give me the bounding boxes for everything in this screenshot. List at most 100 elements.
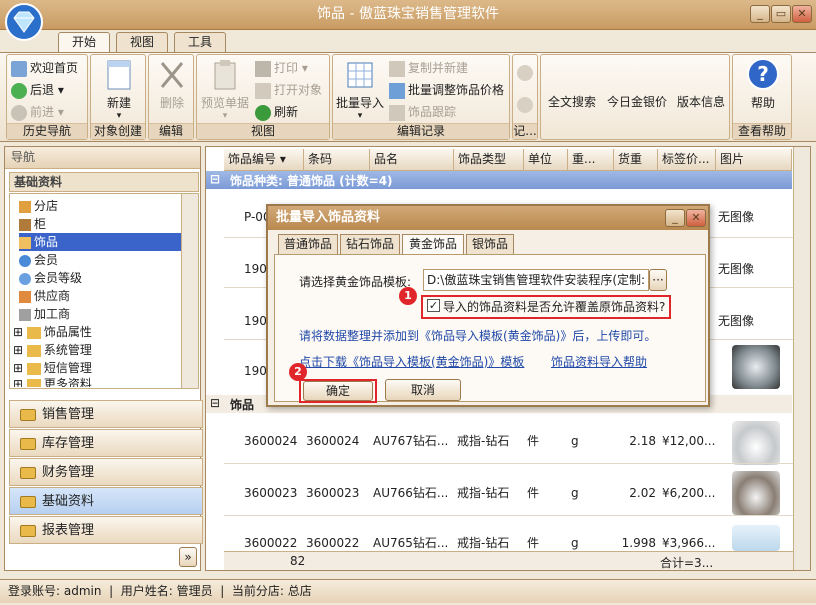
cell-code[interactable]: 3600023 [244,483,297,503]
cell-code[interactable]: 190 [244,259,267,279]
cancel-button[interactable]: 取消 [385,379,461,401]
batch-adjust-price-button[interactable]: 批量调整饰品价格 [389,80,504,100]
dialog-minimize-button[interactable]: _ [665,209,685,227]
forward-button[interactable]: 前进 ▾ [11,102,64,122]
cell-type[interactable]: 戒指-钻石 [457,533,509,553]
tab-view[interactable]: 视图 [116,32,168,52]
cell-barcode[interactable]: 3600024 [306,431,359,451]
col-header-code[interactable]: 饰品编号 ▾ [224,149,304,171]
cell-type[interactable]: 戒指-钻石 [457,483,509,503]
download-template-link[interactable]: 点击下载《饰品导入模板(黄金饰品)》模板 [299,353,524,370]
help-button[interactable]: ? 帮助 [735,57,791,111]
module-sales[interactable]: 销售管理 [9,400,203,428]
collapse-toggle[interactable]: ⊟ [210,172,220,186]
group-row-1[interactable]: ⊟ 饰品种类: 普通饰品 (计数=4) [206,171,792,189]
module-finance[interactable]: 财务管理 [9,458,203,486]
ok-button[interactable]: 确定 [303,381,373,401]
browse-button[interactable]: ··· [649,269,667,291]
cell-unit[interactable]: 件 [527,533,539,553]
tree-item-supplier[interactable]: 供应商 [19,287,70,305]
dialog-tab-diamond[interactable]: 钻石饰品 [340,234,400,254]
cell-net-weight[interactable]: 2.02 [614,483,656,503]
module-reports[interactable]: 报表管理 [9,516,203,544]
new-button[interactable]: 新建 ▾ [95,59,143,121]
cell-code[interactable]: 190 [244,311,267,331]
minimize-button[interactable]: _ [750,5,770,23]
open-object-button[interactable]: 打开对象 [255,80,322,100]
tree-item-processor[interactable]: 加工商 [19,305,70,323]
grid-scrollbar[interactable] [793,147,810,570]
dialog-tab-silver[interactable]: 银饰品 [466,234,514,254]
batch-import-button[interactable]: 批量导入 ▾ [335,59,385,121]
restore-button[interactable]: ▭ [771,5,791,23]
col-header-unit[interactable]: 单位 [524,149,568,171]
welcome-home-button[interactable]: 欢迎首页 [11,58,78,78]
cell-name[interactable]: AU765钻石... [373,533,453,553]
batch-import-dialog: 批量导入饰品资料 _ ✕ 普通饰品 钻石饰品 黄金饰品 银饰品 请选择黄金饰品模… [266,204,710,407]
col-header-image[interactable]: 图片 [716,149,792,171]
tree-folder-attributes[interactable]: ⊞ 饰品属性 [13,323,92,341]
version-info-button[interactable]: 版本信息 [673,93,729,110]
tree-item-counter[interactable]: 柜 [19,215,46,233]
cell-net-weight[interactable]: 1.998 [614,533,656,553]
module-basic-data[interactable]: 基础资料 [9,487,203,515]
cell-price[interactable]: ¥6,200.... [662,483,716,503]
cell-type[interactable]: 戒指-钻石 [457,431,509,451]
import-help-link[interactable]: 饰品资料导入帮助 [551,353,647,370]
cell-weight[interactable]: g [571,431,579,451]
cell-name[interactable]: AU767钻石... [373,431,453,451]
dialog-tab-normal[interactable]: 普通饰品 [278,234,338,254]
back-button[interactable]: 后退 ▾ [11,80,64,100]
tree-folder-more[interactable]: ⊞ 更多资料 [13,375,92,387]
col-header-type[interactable]: 饰品类型 [454,149,524,171]
tab-start[interactable]: 开始 [58,32,110,53]
template-path-input[interactable]: D:\傲蓝珠宝销售管理软件安装程序(定制: [423,269,649,291]
cell-price[interactable]: ¥3,966.... [662,533,716,553]
overwrite-label[interactable]: 导入的饰品资料是否允许覆盖原饰品资料? [443,298,665,315]
refresh-button[interactable]: 刷新 [255,102,298,122]
col-header-barcode[interactable]: 条码 [304,149,370,171]
col-header-name[interactable]: 品名 [370,149,454,171]
down-arrow-icon[interactable] [517,97,533,113]
app-logo-diamond-icon[interactable] [4,2,44,42]
tree-folder-system[interactable]: ⊞ 系统管理 [13,341,92,359]
cell-code[interactable]: 3600022 [244,533,297,553]
cell-code[interactable]: 190 [244,361,267,381]
overwrite-checkbox[interactable]: ✓ [427,299,440,312]
preview-button[interactable]: 预览单据 ▾ [199,59,251,121]
tree-item-branch[interactable]: 分店 [19,197,58,215]
cell-weight[interactable]: g [571,533,579,553]
group-label-create: 对象创建 [91,123,145,139]
item-trace-button[interactable]: 饰品跟踪 [389,102,456,122]
tree-item-jewelry[interactable]: 饰品 [19,233,181,251]
cell-price[interactable]: ¥12,00... [662,431,716,451]
folder-icon [26,362,41,375]
up-arrow-icon[interactable] [517,65,533,81]
col-header-net-weight[interactable]: 货重 [614,149,658,171]
dialog-tab-gold[interactable]: 黄金饰品 [402,234,464,254]
copy-and-new-button[interactable]: 复制并新建 [389,58,468,78]
cell-unit[interactable]: 件 [527,483,539,503]
today-gold-price-button[interactable]: 今日金银价 [603,93,671,110]
cell-weight[interactable]: g [571,483,579,503]
tree-item-member[interactable]: 会员 [19,251,58,269]
col-header-weight[interactable]: 重... [568,149,614,171]
cell-barcode[interactable]: 3600023 [306,483,359,503]
collapse-toggle[interactable]: ⊟ [210,396,220,410]
cell-unit[interactable]: 件 [527,431,539,451]
tree-item-member-level[interactable]: 会员等级 [19,269,82,287]
delete-button[interactable]: 删除 [151,59,193,111]
tab-tools[interactable]: 工具 [174,32,226,52]
fulltext-search-button[interactable]: 全文搜索 [543,93,601,110]
module-inventory[interactable]: 库存管理 [9,429,203,457]
cell-barcode[interactable]: 3600022 [306,533,359,553]
dialog-close-button[interactable]: ✕ [686,209,706,227]
cell-net-weight[interactable]: 2.18 [614,431,656,451]
cell-code[interactable]: 3600024 [244,431,297,451]
print-button[interactable]: 打印 ▾ [255,58,308,78]
close-button[interactable]: ✕ [792,5,812,23]
cell-name[interactable]: AU766钻石... [373,483,453,503]
nav-tree-scrollbar[interactable] [181,194,198,388]
nav-expand-button[interactable]: » [179,547,197,567]
col-header-price[interactable]: 标签价... [658,149,716,171]
